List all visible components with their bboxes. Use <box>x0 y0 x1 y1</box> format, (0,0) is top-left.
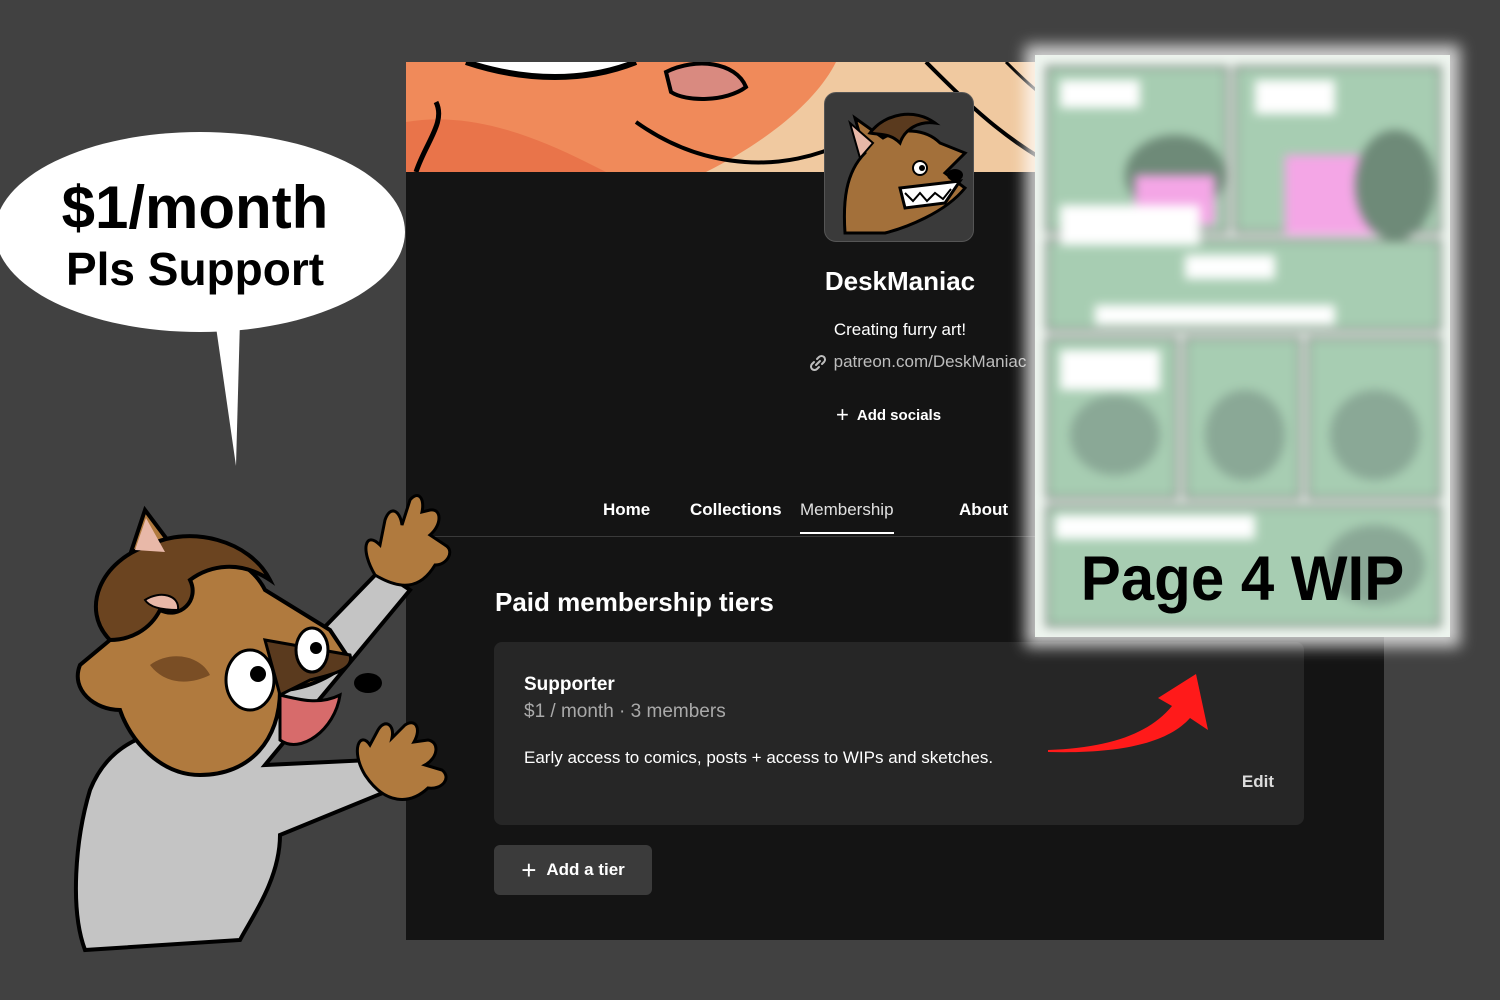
tier-description: Early access to comics, posts + access t… <box>524 748 994 767</box>
tier-name: Supporter <box>524 674 615 695</box>
add-socials-button[interactable]: + Add socials <box>836 402 941 428</box>
tab-home[interactable]: Home <box>603 500 650 534</box>
wolf-mascot-illustration <box>73 494 452 953</box>
section-title: Paid membership tiers <box>495 587 774 617</box>
add-tier-label: Add a tier <box>546 860 625 879</box>
red-arrow-icon <box>1048 674 1208 753</box>
tab-about[interactable]: About <box>959 500 1008 534</box>
speech-bubble-line1: $1/month <box>61 174 329 241</box>
wip-comic-preview: Page 4 WIP <box>1035 55 1450 637</box>
wip-label: Page 4 WIP <box>1080 543 1405 614</box>
link-icon <box>809 354 826 371</box>
creator-avatar[interactable] <box>824 92 974 242</box>
tab-membership[interactable]: Membership <box>780 500 914 534</box>
wolf-avatar-icon <box>842 112 968 235</box>
speech-bubble-line2: Pls Support <box>65 243 325 295</box>
speech-bubble-text: $1/month Pls Support <box>30 174 360 295</box>
edit-tier-button[interactable]: Edit <box>1242 772 1274 792</box>
tier-price-members: $1 / month · 3 members <box>524 701 726 722</box>
add-socials-label: Add socials <box>856 407 942 424</box>
tab-collections[interactable]: Collections <box>690 500 782 534</box>
profile-url[interactable]: patreon.com/DeskManiac <box>834 352 1027 371</box>
plus-icon: + <box>836 402 849 427</box>
plus-icon: + <box>521 854 537 885</box>
add-tier-button[interactable]: + Add a tier <box>494 845 652 895</box>
